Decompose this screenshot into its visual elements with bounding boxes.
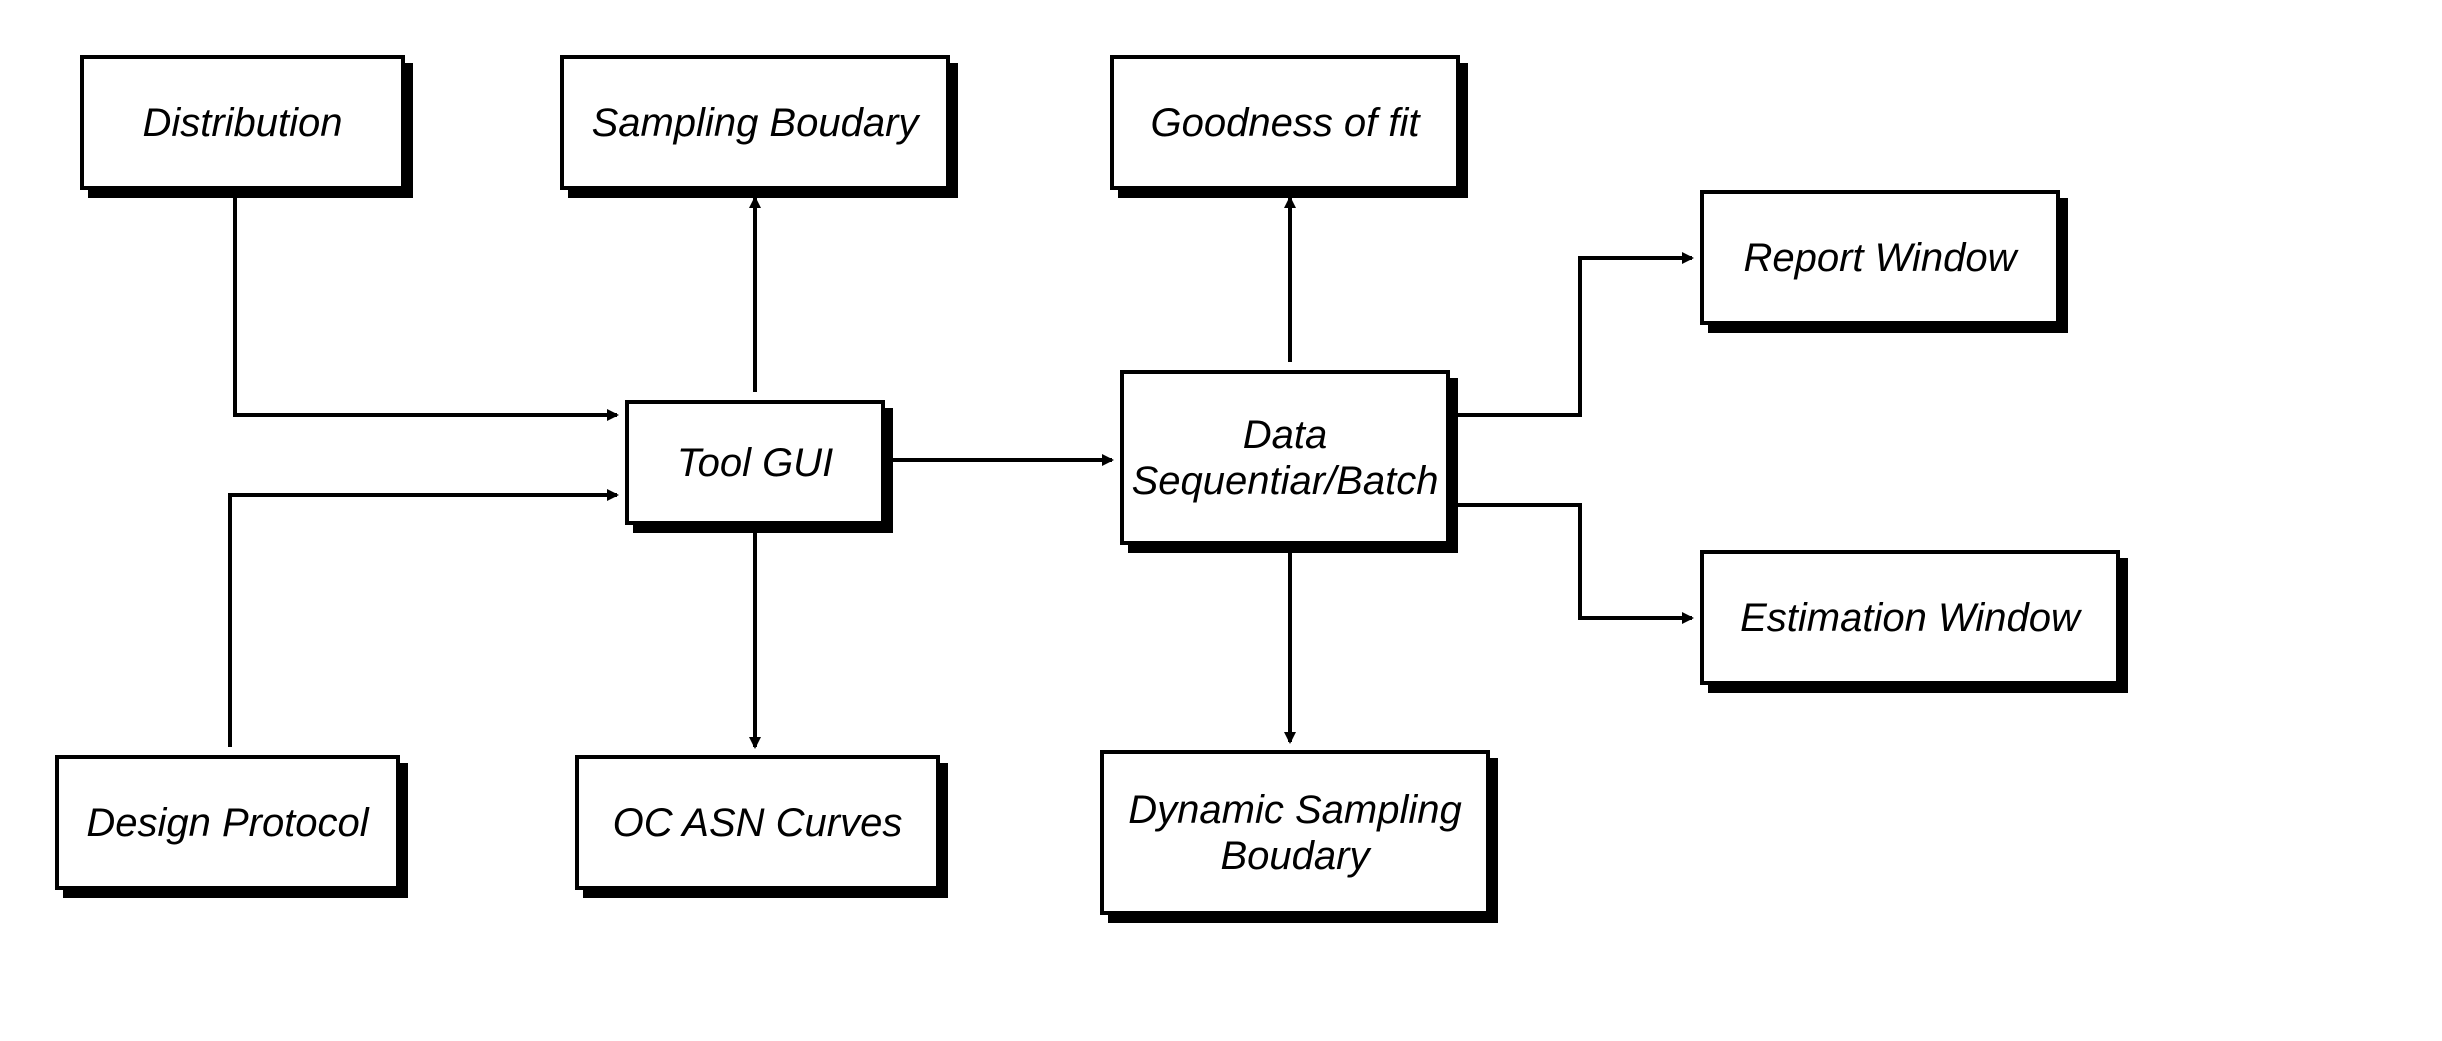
arrow-data_seq_batch-to-estimation_window: [1458, 505, 1692, 618]
node-data-seq-batch: Data Sequentiar/Batch: [1120, 370, 1450, 545]
node-label: Estimation Window: [1740, 595, 2080, 641]
node-label: OC ASN Curves: [613, 800, 903, 846]
node-distribution: Distribution: [80, 55, 405, 190]
diagram-canvas: Distribution Design Protocol Sampling Bo…: [0, 0, 2442, 1041]
node-label: Goodness of fit: [1150, 100, 1419, 146]
node-tool-gui: Tool GUI: [625, 400, 885, 525]
arrow-design_protocol-to-tool_gui: [230, 495, 617, 747]
node-oc-asn-curves: OC ASN Curves: [575, 755, 940, 890]
node-label: Design Protocol: [86, 800, 368, 846]
arrow-distribution-to-tool_gui: [235, 198, 617, 415]
node-goodness-of-fit: Goodness of fit: [1110, 55, 1460, 190]
node-estimation-window: Estimation Window: [1700, 550, 2120, 685]
arrow-data_seq_batch-to-report_window: [1458, 258, 1692, 415]
node-label: Data Sequentiar/Batch: [1132, 412, 1439, 504]
node-label: Dynamic Sampling Boudary: [1114, 787, 1476, 879]
node-label: Report Window: [1743, 235, 2016, 281]
node-label: Tool GUI: [677, 440, 833, 486]
node-sampling-boundary: Sampling Boudary: [560, 55, 950, 190]
node-dynamic-sampling: Dynamic Sampling Boudary: [1100, 750, 1490, 915]
node-label: Distribution: [142, 100, 342, 146]
node-label: Sampling Boudary: [592, 100, 919, 146]
node-report-window: Report Window: [1700, 190, 2060, 325]
node-design-protocol: Design Protocol: [55, 755, 400, 890]
